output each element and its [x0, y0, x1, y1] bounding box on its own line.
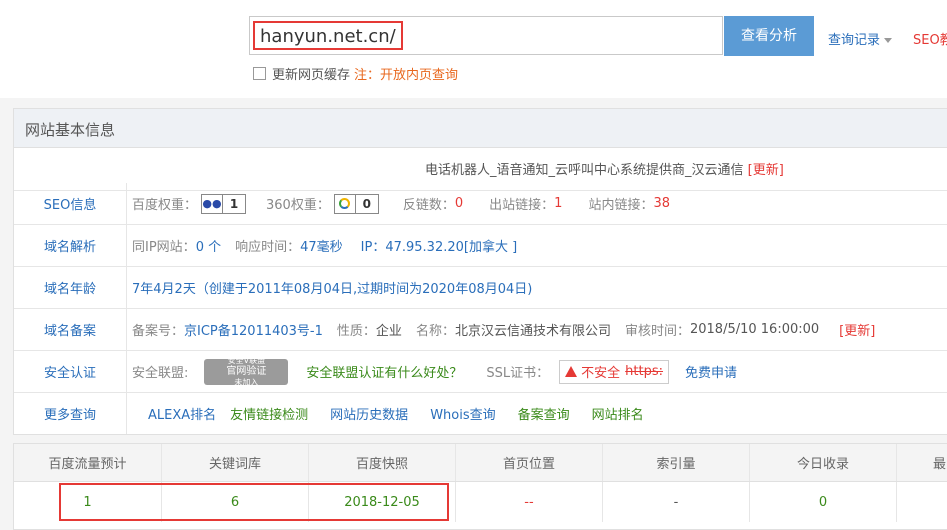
ip-value[interactable]: IP：47.95.32.20[加拿大 ] [361, 236, 518, 255]
seo-content: 百度权重： ●● 1 360权重： 0 反链数： 0 出站链接： 1 站内链接： 38 [132, 183, 670, 224]
more-row: 更多查询 ALEXA排名 友情链接检测 网站历史数据 Whois查询 备案查询 … [14, 393, 947, 434]
security-content: 安全联盟: 安全V联盟 官网验证 未加入 安全联盟认证有什么好处？ SSL证书： 不… [132, 356, 738, 387]
header-snapshot: 百度快照 [309, 444, 456, 481]
panel-header: 网站基本信息 [14, 109, 947, 148]
site-title: 电话机器人_语音通知_云呼叫中心系统提供商_汉云通信 [更新] [425, 163, 784, 178]
header-baidu-traffic: 百度流量预计 [14, 444, 162, 481]
value-today-included[interactable]: 0 [750, 482, 897, 522]
seo-tutorial-link[interactable]: SEO教程 [913, 29, 947, 48]
dns-content: 同IP网站： 0 个 响应时间： 47毫秒 IP：47.95.32.20[加拿大 ] [132, 225, 517, 266]
security-row: 安全认证 安全联盟: 安全V联盟 官网验证 未加入 安全联盟认证有什么好处？ SSL… [14, 351, 947, 393]
warning-icon [565, 366, 578, 377]
age-content: 7年4月2天（创建于2011年08月04日,过期时间为2020年08月04日) [132, 267, 532, 308]
domain-search-input[interactable] [260, 24, 715, 48]
icp-update-link[interactable]: [更新] [839, 320, 875, 339]
icp-number[interactable]: 京ICP备12011403号-1 [184, 320, 323, 339]
cache-option: 更新网页缓存 注：开放内页查询 [253, 64, 458, 83]
domain-age-value[interactable]: 7年4月2天（创建于2011年08月04日,过期时间为2020年08月04日) [132, 278, 532, 297]
alexa-link[interactable]: ALEXA排名 [148, 404, 216, 423]
value-baidu-traffic[interactable]: 1 [14, 482, 162, 522]
value-snapshot[interactable]: 2018-12-05 [309, 482, 456, 522]
search-box [249, 16, 723, 55]
same-ip-value[interactable]: 0 个 [196, 236, 221, 255]
icp-content: 备案号： 京ICP备12011403号-1 性质： 企业 名称： 北京汉云信通技术有限… [132, 320, 876, 339]
history-data-link[interactable]: 网站历史数据 [330, 404, 408, 423]
update-cache-checkbox[interactable] [253, 67, 266, 80]
chevron-down-icon [884, 38, 893, 43]
backlinks-value[interactable]: 0 [455, 196, 463, 211]
baidu-paw-icon: ●● [202, 194, 224, 213]
dns-row: 域名解析 同IP网站： 0 个 响应时间： 47毫秒 IP：47.95.32.20[… [14, 225, 947, 267]
whois-link[interactable]: Whois查询 [430, 404, 495, 423]
baidu-rank-badge[interactable]: ●● 1 [201, 193, 247, 214]
360-ring-icon [335, 194, 356, 213]
inlinks-value[interactable]: 38 [653, 196, 670, 211]
friend-link-check[interactable]: 友情链接检测 [230, 404, 308, 423]
more-label[interactable]: 更多查询 [14, 393, 127, 434]
value-home-position: -- [456, 482, 603, 522]
dns-label[interactable]: 域名解析 [14, 225, 127, 266]
header-today-included: 今日收录 [750, 444, 897, 481]
value-more [897, 482, 947, 522]
icp-row: 域名备案 备案号： 京ICP备12011403号-1 性质： 企业 名称： 北京汉云信… [14, 309, 947, 351]
seo-label[interactable]: SEO信息 [14, 183, 127, 224]
response-time-value: 47毫秒 [300, 240, 343, 255]
alliance-benefit-link[interactable]: 安全联盟认证有什么好处？ [306, 362, 462, 381]
panel-title: 网站基本信息 [25, 121, 116, 139]
search-area: 查看分析 查询记录 SEO教程 更新网页缓存 注：开放内页查询 [0, 0, 947, 98]
seo-row: SEO信息 百度权重： ●● 1 360权重： 0 反链数： 0 出站链接： 1 站内… [14, 183, 947, 225]
age-row: 域名年龄 7年4月2天（创建于2011年08月04日,过期时间为2020年08月… [14, 267, 947, 309]
header-index: 索引量 [603, 444, 750, 481]
site-rank-link[interactable]: 网站排名 [592, 404, 644, 423]
360-rank-badge[interactable]: 0 [333, 193, 379, 214]
free-apply-link[interactable]: 免费申请 [685, 362, 737, 381]
update-title-link[interactable]: [更新] [748, 163, 784, 178]
header-keywords: 关键词库 [162, 444, 309, 481]
header-more: 最 [897, 444, 947, 481]
icp-label[interactable]: 域名备案 [14, 309, 127, 350]
age-label[interactable]: 域名年龄 [14, 267, 127, 308]
stats-header: 百度流量预计 关键词库 百度快照 首页位置 索引量 今日收录 最 [14, 444, 947, 482]
ssl-badge[interactable]: 不安全 https: [559, 359, 670, 384]
stats-table: 百度流量预计 关键词库 百度快照 首页位置 索引量 今日收录 最 1 6 201… [13, 443, 947, 530]
more-links: ALEXA排名 友情链接检测 网站历史数据 Whois查询 备案查询 网站排名 [148, 393, 644, 434]
outlinks-value[interactable]: 1 [554, 196, 562, 211]
alliance-seal-icon[interactable]: 安全V联盟 官网验证 未加入 [204, 356, 289, 387]
value-keywords[interactable]: 6 [162, 482, 309, 522]
update-cache-label: 更新网页缓存 [272, 68, 351, 83]
stats-row: 1 6 2018-12-05 -- - 0 [14, 482, 947, 522]
site-info-panel: 网站基本信息 电话机器人_语音通知_云呼叫中心系统提供商_汉云通信 [更新] S… [13, 108, 947, 435]
header-home-position: 首页位置 [456, 444, 603, 481]
query-history-dropdown[interactable]: 查询记录 [828, 29, 893, 48]
value-index: - [603, 482, 750, 522]
analyze-button[interactable]: 查看分析 [724, 16, 814, 56]
icp-query-link[interactable]: 备案查询 [518, 404, 570, 423]
open-subpage-note[interactable]: 注：开放内页查询 [354, 64, 458, 83]
security-label[interactable]: 安全认证 [14, 351, 127, 392]
